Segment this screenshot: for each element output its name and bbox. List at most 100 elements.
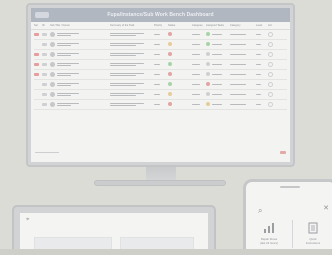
- close-icon[interactable]: ✕: [323, 204, 329, 212]
- row-action-cell[interactable]: [268, 31, 278, 38]
- col-header[interactable]: Status: [168, 24, 192, 27]
- row-marker: [42, 43, 47, 46]
- row-summary-cell: [110, 42, 154, 47]
- row-action-button[interactable]: [268, 81, 273, 87]
- flag-icon: [34, 33, 39, 36]
- row-id-cell: [42, 53, 50, 57]
- row-status-cell: [168, 62, 192, 67]
- row-assigned-cell: [206, 32, 230, 37]
- row-action-button[interactable]: [268, 31, 273, 37]
- row-summary-cell: [110, 102, 154, 107]
- export-button[interactable]: [280, 151, 286, 154]
- table-row[interactable]: [34, 70, 287, 80]
- row-action-button[interactable]: [268, 41, 273, 47]
- laptop: ⌖: [12, 205, 216, 255]
- row-action-cell[interactable]: [268, 61, 278, 68]
- row-summary-cell: [110, 82, 154, 87]
- row-assignee-cell: [192, 53, 206, 56]
- table-row[interactable]: [34, 50, 287, 60]
- row-category-cell: [230, 93, 256, 96]
- search-icon[interactable]: ⌕: [258, 206, 262, 216]
- table-row[interactable]: [34, 40, 287, 50]
- status-dot: [168, 42, 172, 46]
- row-flag[interactable]: [34, 53, 42, 57]
- row-assignee-cell: [192, 93, 206, 96]
- row-assignee-cell: [192, 43, 206, 46]
- table-row[interactable]: [34, 80, 287, 90]
- row-action-button[interactable]: [268, 51, 273, 57]
- table-header: Sel ID Sub Title / Owner Summary of the …: [31, 22, 290, 30]
- row-assignee-cell: [192, 33, 206, 36]
- col-header[interactable]: ID: [42, 24, 50, 27]
- col-header[interactable]: Category: [230, 24, 256, 27]
- table-row[interactable]: [34, 30, 287, 40]
- row-id-cell: [42, 33, 50, 37]
- table-footer: [35, 151, 286, 154]
- row-owner-cell: [50, 62, 110, 67]
- row-action-button[interactable]: [268, 91, 273, 97]
- page-title: Fupa/Instance/Sub Work Bench Dashboard: [107, 12, 214, 18]
- col-header[interactable]: Level: [256, 24, 268, 27]
- row-id-cell: [42, 93, 50, 97]
- col-header[interactable]: Assigned Tasks: [206, 24, 230, 27]
- row-id-cell: [42, 83, 50, 87]
- row-action-button[interactable]: [268, 61, 273, 67]
- table-row[interactable]: [34, 90, 287, 100]
- desktop-monitor: Fupa/Instance/Sub Work Bench Dashboard S…: [26, 3, 295, 167]
- row-status-cell: [168, 32, 192, 37]
- table-row[interactable]: [34, 60, 287, 70]
- row-flag[interactable]: [34, 73, 42, 77]
- card-subtitle: Instructions: [305, 241, 321, 245]
- assigned-dot: [206, 102, 210, 106]
- assigned-dot: [206, 82, 210, 86]
- flag-icon: [34, 73, 39, 76]
- col-header[interactable]: Priority: [154, 24, 168, 27]
- row-assigned-cell: [206, 52, 230, 57]
- phone-card-repair[interactable]: Repair Flows (last 24 hours): [254, 218, 284, 250]
- col-header[interactable]: Act: [268, 24, 278, 27]
- menu-icon[interactable]: ⌖: [26, 217, 29, 224]
- pagination-info: [35, 151, 59, 154]
- row-id-cell: [42, 73, 50, 77]
- row-assigned-cell: [206, 72, 230, 77]
- row-action-cell[interactable]: [268, 91, 278, 98]
- row-action-cell[interactable]: [268, 81, 278, 88]
- row-level-cell: [256, 103, 268, 106]
- row-level-cell: [256, 53, 268, 56]
- row-action-button[interactable]: [268, 101, 273, 107]
- phone-notch: [280, 186, 300, 188]
- row-action-cell[interactable]: [268, 41, 278, 48]
- row-action-cell[interactable]: [268, 101, 278, 108]
- row-level-cell: [256, 73, 268, 76]
- col-header[interactable]: Summary of the Task: [110, 24, 154, 27]
- app-header: Fupa/Instance/Sub Work Bench Dashboard: [31, 8, 290, 22]
- row-action-cell[interactable]: [268, 71, 278, 78]
- row-category-cell: [230, 73, 256, 76]
- row-status-cell: [168, 92, 192, 97]
- row-summary-cell: [110, 32, 154, 37]
- phone-card-quick[interactable]: Quick Instructions: [298, 218, 328, 250]
- row-priority-cell: [154, 103, 168, 106]
- row-status-cell: [168, 82, 192, 87]
- row-id-cell: [42, 63, 50, 67]
- col-header[interactable]: Sel: [34, 24, 42, 27]
- row-priority-cell: [154, 93, 168, 96]
- col-header[interactable]: Assignee: [192, 24, 206, 27]
- row-flag[interactable]: [34, 33, 42, 37]
- assigned-dot: [206, 62, 210, 66]
- row-owner-cell: [50, 82, 110, 87]
- table-row[interactable]: [34, 100, 287, 110]
- status-dot: [168, 102, 172, 106]
- assigned-dot: [206, 92, 210, 96]
- floor-strip: [0, 249, 332, 255]
- row-summary-cell: [110, 62, 154, 67]
- flag-icon: [34, 63, 39, 66]
- row-action-button[interactable]: [268, 71, 273, 77]
- row-action-cell[interactable]: [268, 51, 278, 58]
- row-id-cell: [42, 43, 50, 47]
- row-flag[interactable]: [34, 63, 42, 67]
- row-priority-cell: [154, 73, 168, 76]
- avatar: [50, 52, 55, 57]
- col-header[interactable]: Sub Title / Owner: [50, 24, 110, 27]
- row-priority-cell: [154, 53, 168, 56]
